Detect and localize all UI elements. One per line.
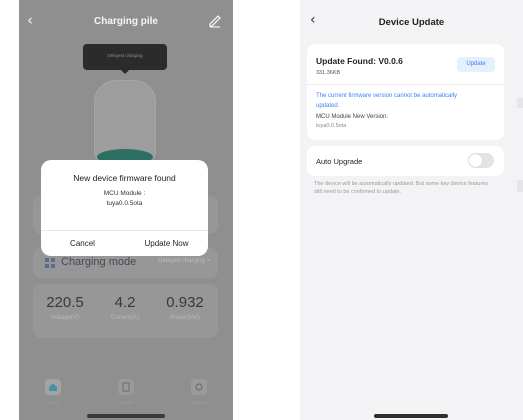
current-unit: Current(A) bbox=[110, 315, 139, 321]
page-title: Device Update bbox=[378, 17, 445, 28]
update-now-button[interactable]: Update Now bbox=[125, 239, 208, 248]
mcu-version-label: MCU Module New Version: bbox=[316, 114, 389, 120]
tab-home[interactable]: Home bbox=[33, 379, 73, 405]
gear-icon bbox=[191, 379, 207, 395]
voltage-stat: 220.5 Voltage(V) bbox=[35, 294, 95, 321]
charging-pile-screen: ‹ Charging pile Delayed charging Chargin… bbox=[19, 0, 233, 420]
dialog-title: New device firmware found bbox=[73, 173, 176, 183]
charging-mode-value: Delayed charging > bbox=[158, 258, 210, 264]
firmware-dialog: New device firmware found MCU Module : t… bbox=[41, 160, 208, 256]
tab-label: Home bbox=[46, 400, 59, 405]
tab-label: Record bbox=[118, 400, 134, 405]
home-indicator bbox=[87, 414, 165, 418]
update-notice: The current firmware version cannot be a… bbox=[316, 93, 458, 109]
grid-icon bbox=[45, 258, 55, 268]
header: ‹ Charging pile bbox=[19, 0, 233, 44]
device-update-screen: ‹ Device Update Update Found: V0.0.6 331… bbox=[300, 0, 523, 420]
toggle-knob bbox=[469, 154, 482, 167]
update-found-text: Update Found: V0.0.6 bbox=[316, 56, 403, 66]
voltage-unit: Voltage(V) bbox=[50, 315, 80, 321]
divider bbox=[307, 84, 504, 85]
tooltip-text: Delayed charging bbox=[107, 53, 143, 58]
background-edge bbox=[517, 98, 523, 108]
auto-upgrade-description: The device will be automatically updated… bbox=[314, 181, 488, 195]
current-value: 4.2 bbox=[114, 294, 136, 311]
dialog-module-label: MCU Module : bbox=[103, 190, 146, 197]
charging-mode-label: Charging mode bbox=[61, 256, 137, 268]
auto-upgrade-label: Auto Upgrade bbox=[316, 157, 363, 166]
home-indicator bbox=[374, 414, 448, 418]
mode-tooltip: Delayed charging bbox=[83, 44, 167, 74]
power-stat: 0.932 Power(kW) bbox=[155, 294, 215, 321]
current-stat: 4.2 Current(A) bbox=[95, 294, 155, 321]
power-value: 0.932 bbox=[166, 294, 204, 311]
cancel-button[interactable]: Cancel bbox=[41, 239, 124, 248]
record-icon bbox=[118, 379, 134, 395]
tab-bar: Home Record Setting bbox=[19, 372, 233, 420]
header: ‹ Device Update bbox=[300, 0, 523, 40]
auto-upgrade-row: Auto Upgrade bbox=[307, 146, 504, 176]
firmware-size: 331.36KB bbox=[316, 70, 341, 76]
background-edge bbox=[517, 180, 523, 192]
tooltip-arrow bbox=[121, 70, 129, 74]
update-button[interactable]: Update bbox=[457, 57, 495, 72]
dialog-buttons: Cancel Update Now bbox=[41, 230, 208, 256]
voltage-value: 220.5 bbox=[46, 294, 84, 311]
stats-card: 220.5 Voltage(V) 4.2 Current(A) 0.932 Po… bbox=[33, 284, 218, 338]
dialog-module-version: tuya0.0.5ota bbox=[106, 200, 143, 207]
tab-label: Setting bbox=[191, 400, 206, 405]
screenshot-stage: ‹ Charging pile Delayed charging Chargin… bbox=[0, 0, 523, 420]
mcu-version-value: tuya0.0.5ota bbox=[316, 123, 347, 129]
auto-upgrade-toggle[interactable] bbox=[468, 153, 494, 168]
home-icon bbox=[45, 379, 61, 395]
pencil-icon[interactable] bbox=[208, 14, 222, 28]
tab-setting[interactable]: Setting bbox=[179, 379, 219, 405]
power-unit: Power(kW) bbox=[170, 315, 200, 321]
tab-record[interactable]: Record bbox=[106, 379, 146, 405]
update-card: Update Found: V0.0.6 331.36KB Update The… bbox=[307, 44, 504, 140]
page-title: Charging pile bbox=[94, 16, 158, 27]
